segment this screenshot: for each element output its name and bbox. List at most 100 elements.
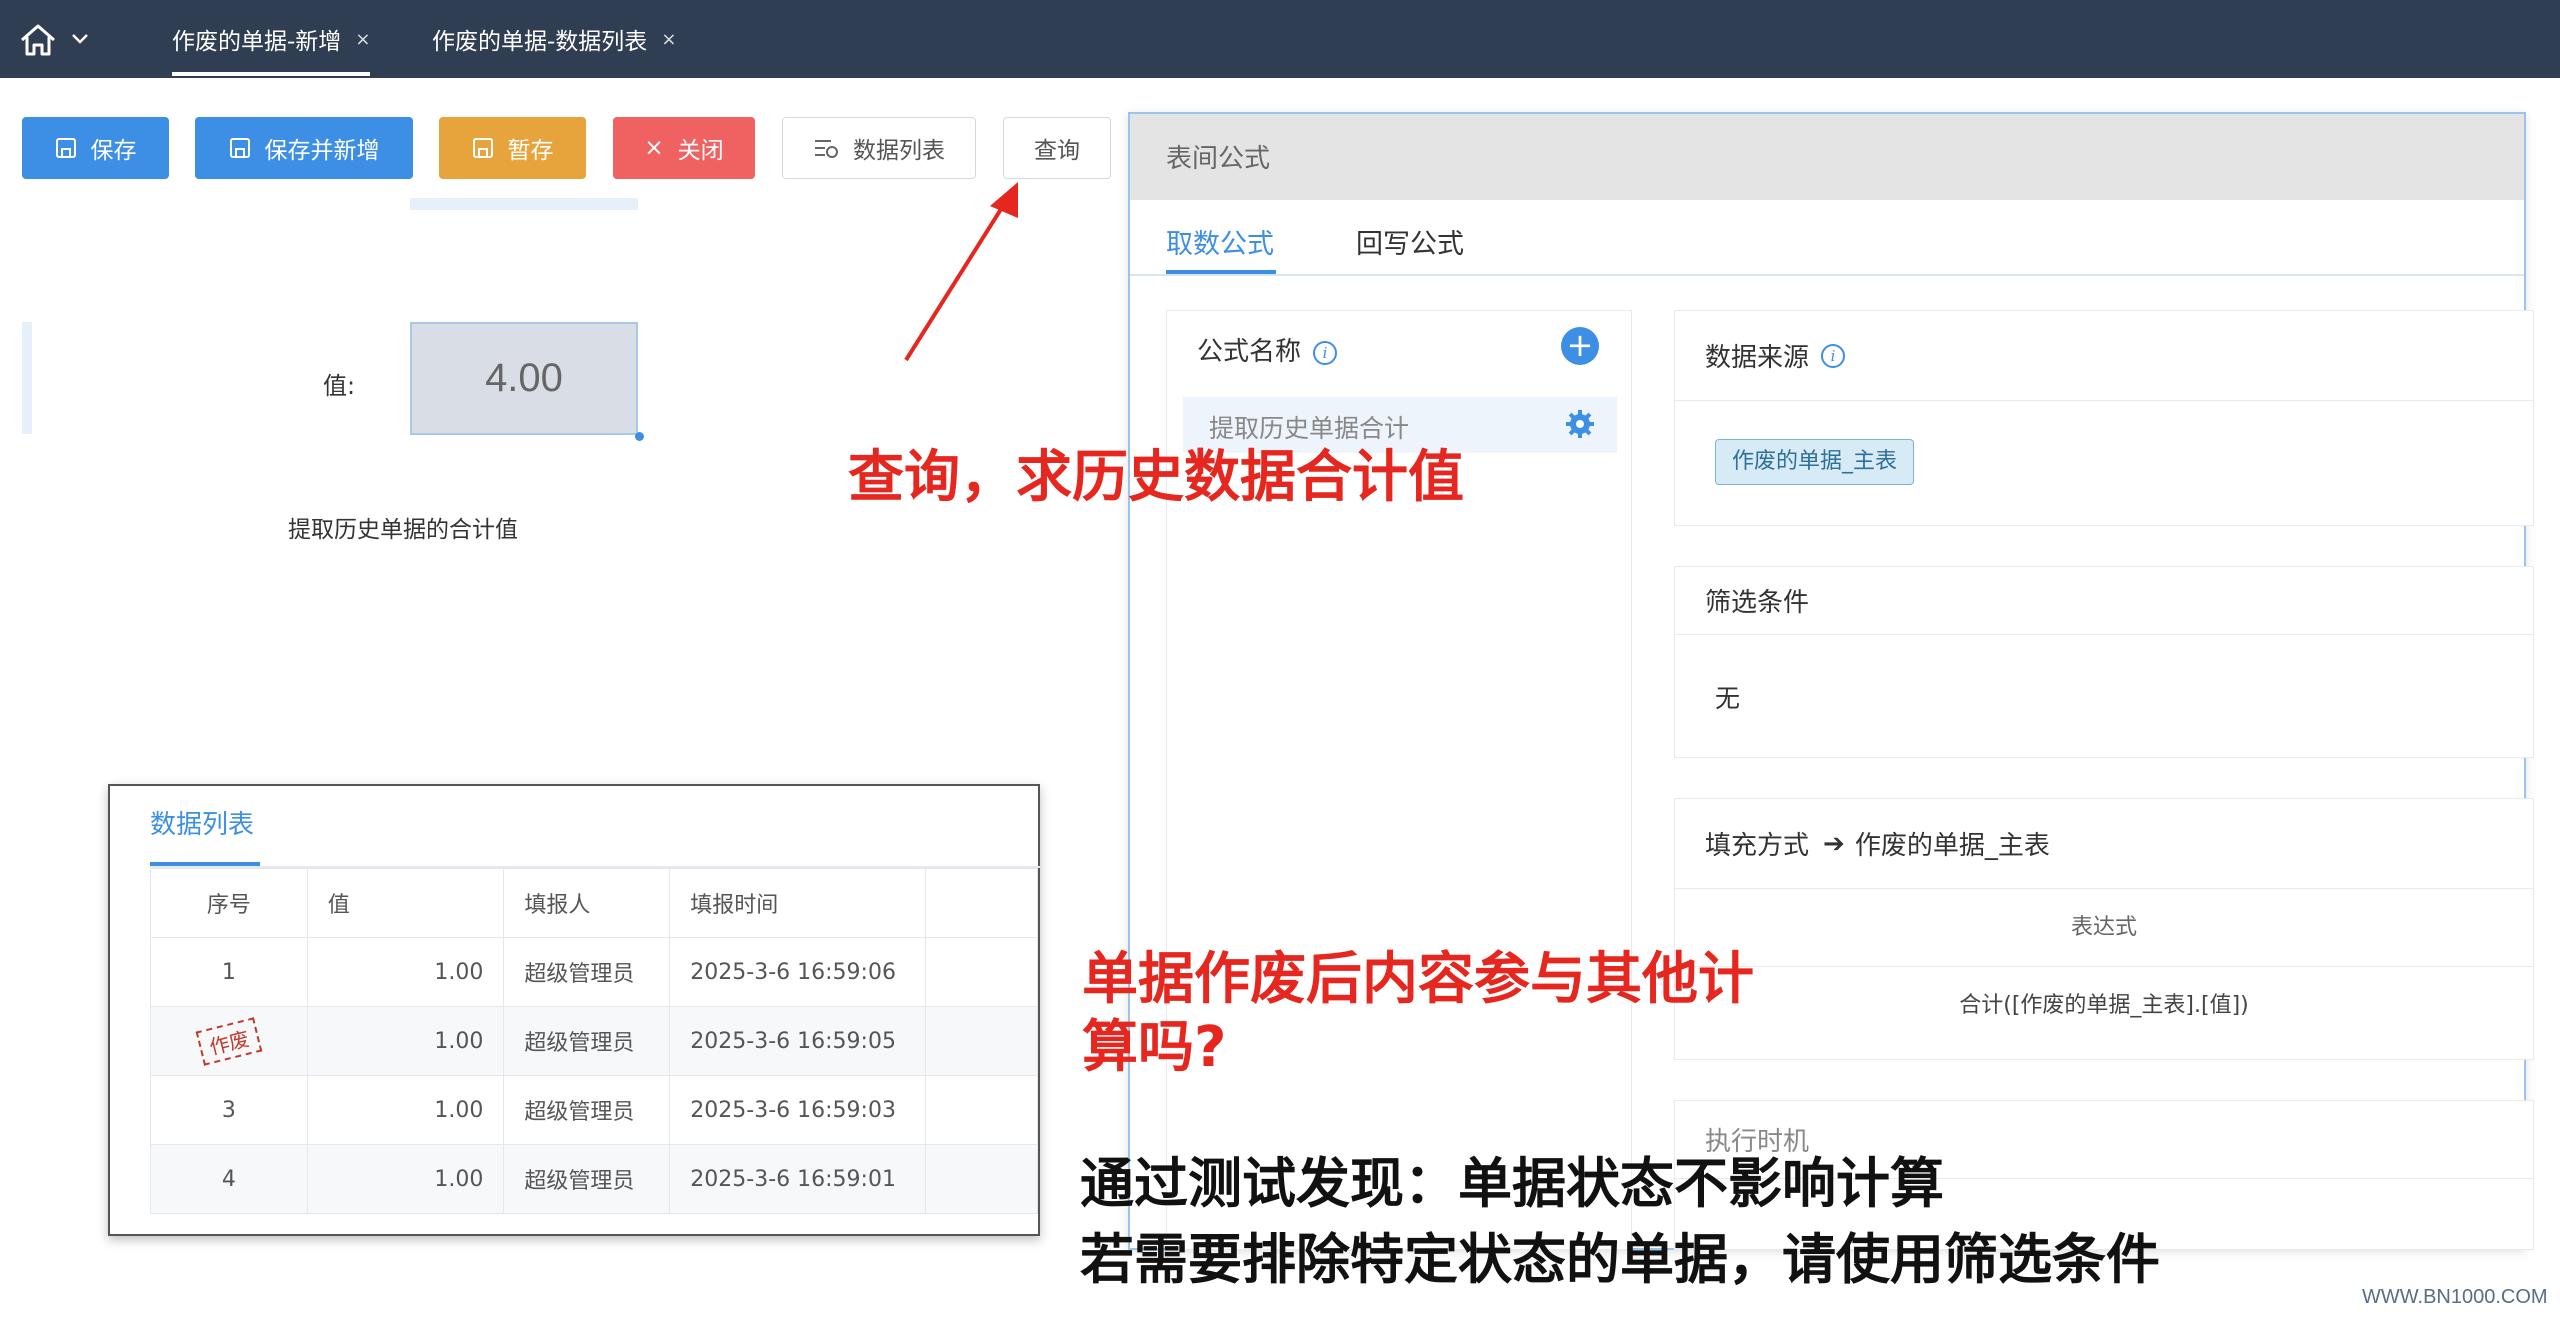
row-time: 2025-3-6 16:59:06: [669, 937, 927, 1007]
save-and-new-button[interactable]: 保存并新增: [195, 117, 413, 179]
table-header: 序号 值 填报人 填报时间: [150, 868, 1038, 938]
annotation-query: 查询，求历史数据合计值: [848, 445, 1464, 510]
tab-label: 作废的单据-数据列表: [432, 29, 648, 55]
close-label: 关闭: [677, 138, 724, 164]
gear-icon[interactable]: [1565, 409, 1595, 439]
data-list-panel: 数据列表 序号 值 填报人 填报时间 1 1.00 超级管理员 2025-3-6…: [108, 784, 1040, 1236]
save-icon: [55, 138, 76, 158]
data-source-label: 数据来源: [1705, 343, 1810, 373]
table-row[interactable]: 3 1.00 超级管理员 2025-3-6 16:59:03: [150, 1075, 1038, 1145]
draft-button[interactable]: 暂存: [439, 117, 586, 179]
column-header[interactable]: 序号: [150, 868, 308, 938]
tab-writeback-formula[interactable]: 回写公式: [1356, 222, 1464, 261]
row-time: 2025-3-6 16:59:05: [669, 1006, 927, 1076]
filter-card: 筛选条件 无: [1674, 566, 2534, 758]
tab-underline: [1166, 270, 1276, 274]
data-list-title[interactable]: 数据列表: [150, 804, 254, 841]
annotation-conclusion: 通过测试发现：单据状态不影响计算 若需要排除特定状态的单据，请使用筛选条件: [1080, 1146, 2160, 1298]
table-row[interactable]: 4 1.00 超级管理员 2025-3-6 16:59:01: [150, 1144, 1038, 1214]
row-value: 1.00: [306, 1144, 505, 1214]
tab-data-list[interactable]: 作废的单据-数据列表 ×: [432, 0, 676, 78]
top-tab-bar: 作废的单据-新增 × 作废的单据-数据列表 ×: [0, 0, 2560, 78]
data-source-header: 数据来源 i: [1675, 311, 2533, 401]
fill-header: 填充方式 ➔ 作废的单据_主表: [1675, 799, 2533, 889]
row-value: 1.00: [306, 1006, 505, 1076]
filter-header: 筛选条件: [1675, 567, 2533, 635]
data-table: 序号 值 填报人 填报时间 1 1.00 超级管理员 2025-3-6 16:5…: [150, 868, 1038, 1214]
arrow-right-icon: ➔: [1823, 828, 1845, 859]
column-header[interactable]: 值: [306, 868, 505, 938]
row-no: 4: [150, 1144, 308, 1214]
void-stamp: 作废: [195, 1016, 263, 1066]
row-user: 超级管理员: [503, 1144, 671, 1214]
row-user: 超级管理员: [503, 1075, 671, 1145]
column-header[interactable]: 填报人: [503, 868, 671, 938]
save-button[interactable]: 保存: [22, 117, 169, 179]
table-row[interactable]: 1 1.00 超级管理员 2025-3-6 16:59:06: [150, 937, 1038, 1007]
divider: [1130, 274, 2524, 276]
formula-name-header: 公式名称 i: [1197, 331, 1338, 368]
field-edge: [410, 198, 638, 210]
expression-value[interactable]: 合计([作废的单据_主表].[值]): [1675, 967, 2533, 1045]
row-no: 3: [150, 1075, 308, 1145]
fill-target: 作废的单据_主表: [1854, 831, 2050, 861]
tab-label: 作废的单据-新增: [172, 29, 342, 55]
annotation-conclusion-line: 通过测试发现：单据状态不影响计算: [1080, 1152, 1944, 1215]
close-button[interactable]: × 关闭: [613, 117, 755, 179]
watermark: WWW.BN1000.COM: [2362, 1286, 2548, 1308]
save-icon: [472, 138, 493, 158]
add-formula-button[interactable]: +: [1561, 327, 1599, 365]
expression-header: 表达式: [1675, 889, 2533, 967]
chevron-down-icon[interactable]: [70, 32, 90, 46]
resize-handle[interactable]: [635, 432, 644, 441]
value-field[interactable]: 4.00: [410, 322, 638, 435]
data-source-tag[interactable]: 作废的单据_主表: [1715, 439, 1915, 485]
row-user: 超级管理员: [503, 1006, 671, 1076]
field-hint: 提取历史单据的合计值: [288, 517, 518, 543]
close-icon: ×: [644, 135, 664, 161]
annotation-conclusion-line: 若需要排除特定状态的单据，请使用筛选条件: [1080, 1228, 2160, 1291]
annotation-question: 单据作废后内容参与其他计 算吗?: [1082, 946, 1754, 1082]
annotation-question-line: 算吗?: [1082, 1015, 1227, 1080]
column-header[interactable]: 填报时间: [669, 868, 927, 938]
row-highlight: [22, 322, 32, 434]
fill-card: 填充方式 ➔ 作废的单据_主表 表达式 合计([作废的单据_主表].[值]): [1674, 798, 2534, 1060]
table-row[interactable]: 作废 1.00 超级管理员 2025-3-6 16:59:05: [150, 1006, 1038, 1076]
close-icon[interactable]: ×: [661, 29, 676, 50]
query-label: 查询: [1034, 138, 1080, 164]
info-icon[interactable]: i: [1821, 343, 1846, 368]
filter-value[interactable]: 无: [1715, 679, 1740, 715]
row-time: 2025-3-6 16:59:01: [669, 1144, 927, 1214]
fill-label: 填充方式: [1705, 831, 1810, 861]
save-icon: [229, 138, 250, 158]
draft-label: 暂存: [507, 138, 554, 164]
annotation-question-line: 单据作废后内容参与其他计: [1082, 947, 1754, 1012]
dialog-header: 表间公式: [1130, 114, 2524, 200]
save-label: 保存: [90, 138, 137, 164]
row-blank: [925, 937, 1038, 1007]
row-no: 1: [150, 937, 308, 1007]
tab-new-record[interactable]: 作废的单据-新增 ×: [172, 0, 371, 78]
row-user: 超级管理员: [503, 937, 671, 1007]
arrow-icon: [904, 182, 1018, 362]
home-icon[interactable]: [18, 22, 58, 58]
close-icon[interactable]: ×: [355, 29, 370, 50]
save-and-new-label: 保存并新增: [264, 138, 380, 164]
list-icon: [815, 140, 838, 158]
row-no: 作废: [150, 1006, 308, 1076]
column-header: [925, 868, 1038, 938]
row-blank: [925, 1006, 1038, 1076]
data-list-label: 数据列表: [853, 138, 945, 164]
row-blank: [925, 1144, 1038, 1214]
row-blank: [925, 1075, 1038, 1145]
data-source-card: 数据来源 i 作废的单据_主表: [1674, 310, 2534, 526]
value-label: 值:: [323, 372, 356, 400]
dialog-title: 表间公式: [1166, 144, 1271, 174]
filter-label: 筛选条件: [1705, 588, 1810, 618]
row-time: 2025-3-6 16:59:03: [669, 1075, 927, 1145]
tab-fetch-formula[interactable]: 取数公式: [1166, 222, 1274, 261]
row-value: 1.00: [306, 937, 505, 1007]
row-value: 1.00: [306, 1075, 505, 1145]
info-icon[interactable]: i: [1313, 340, 1338, 365]
formula-name-label: 公式名称: [1197, 337, 1302, 367]
